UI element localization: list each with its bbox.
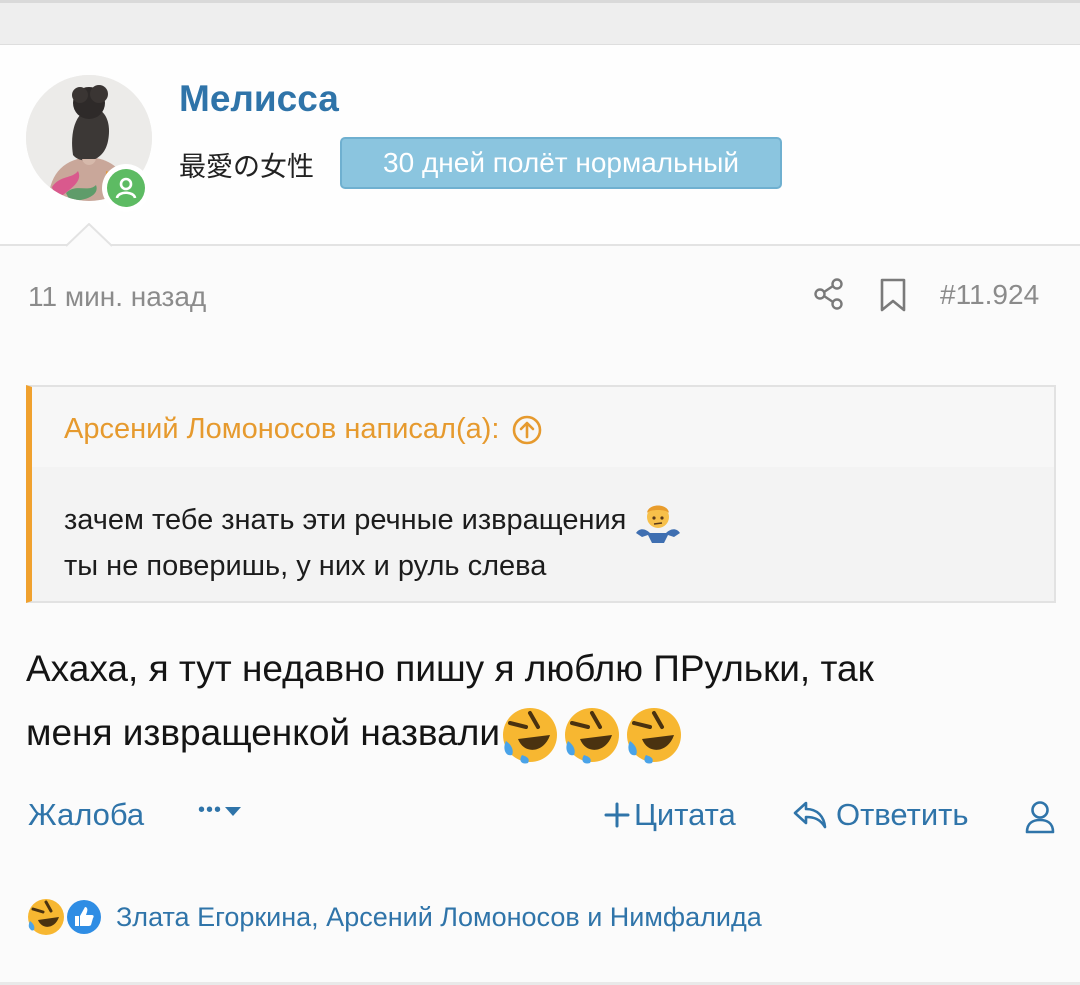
message-line-1: Ахаха, я тут недавно пишу я люблю ПРульк… <box>26 648 874 689</box>
user-icon[interactable] <box>1024 799 1056 835</box>
quote-button[interactable]: Цитата <box>604 797 736 833</box>
post-actions: Жалоба ••• Цитата Ответить <box>0 797 1080 837</box>
arrow-up-circle-icon[interactable] <box>511 414 543 446</box>
reply-arrow-icon <box>793 801 827 829</box>
like-reaction-icon <box>64 897 104 937</box>
reply-button[interactable]: Ответить <box>792 797 969 833</box>
report-link[interactable]: Жалоба <box>28 797 144 833</box>
more-dots: ••• <box>198 799 223 821</box>
person-shrugging-icon <box>636 505 681 544</box>
post-message: Ахаха, я тут недавно пишу я люблю ПРульк… <box>26 637 874 765</box>
reaction-icons <box>26 897 106 937</box>
username[interactable]: Мелисса <box>179 78 339 120</box>
post-time[interactable]: 11 мин. назад <box>28 281 206 313</box>
quote-button-label: Цитата <box>634 797 736 832</box>
quote-line-2: ты не поверишь, у них и руль слева <box>64 550 547 583</box>
quote-author-link[interactable]: Арсений Ломоносов написал(а): <box>64 413 543 446</box>
post-card: Мелисса 最愛の女性 30 дней полёт нормальный 1… <box>0 44 1080 982</box>
share-icon[interactable] <box>812 277 846 311</box>
bookmark-icon[interactable] <box>878 277 908 313</box>
quote-body: зачем тебе знать эти речные извращения т… <box>64 497 682 589</box>
quote-author[interactable]: Арсений Ломоносов написал(а): <box>64 413 499 446</box>
caret-down-icon <box>225 806 242 816</box>
reaction-users[interactable]: Злата Егоркина, Арсений Ломоносов и Нимф… <box>116 902 762 933</box>
plus-icon <box>604 802 630 828</box>
reply-button-label: Ответить <box>836 797 969 832</box>
message-line-2: меня извращенкой назвали <box>26 712 501 753</box>
rofl-icon-3 <box>627 708 682 764</box>
rofl-icon-1 <box>503 708 558 764</box>
header-pointer <box>66 223 112 247</box>
more-menu-button[interactable]: ••• <box>198 799 242 822</box>
quote-line-1: зачем тебе знать эти речные извращения <box>64 504 627 536</box>
post-number[interactable]: #11.924 <box>940 279 1039 311</box>
quote-block: Арсений Ломоносов написал(а): зачем тебе… <box>26 385 1056 603</box>
user-banner: 30 дней полёт нормальный <box>340 137 782 189</box>
user-title: 最愛の女性 <box>179 152 314 183</box>
rolling-on-floor-laughing-icons <box>503 708 682 764</box>
top-band <box>0 0 1080 44</box>
rofl-reaction-icon <box>28 899 64 935</box>
post-user-header: Мелисса 最愛の女性 30 дней полёт нормальный <box>0 45 1080 247</box>
rofl-icon-2 <box>565 708 620 764</box>
reactions-bar[interactable]: Злата Егоркина, Арсений Ломоносов и Нимф… <box>26 897 762 937</box>
online-status-icon <box>102 164 150 212</box>
